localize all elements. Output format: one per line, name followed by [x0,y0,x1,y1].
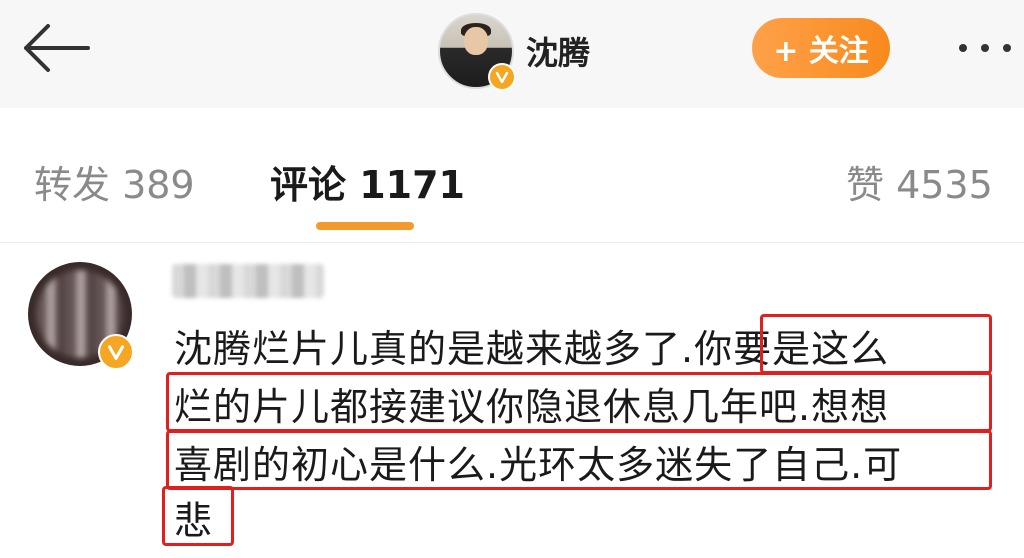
engagement-tabs: 转发 389 评论 1171 赞 4535 [0,108,1024,243]
highlight-box [162,486,234,546]
author-avatar[interactable] [438,13,516,91]
highlight-box [760,314,992,374]
verified-v-icon [488,63,516,91]
back-button[interactable] [18,18,94,78]
commenter-username-blurred[interactable] [172,264,324,298]
more-dots-icon[interactable] [950,34,1020,62]
active-tab-indicator [316,222,414,230]
arrow-left-icon [24,24,90,72]
tab-comments[interactable]: 评论 1171 [270,154,465,209]
tab-reposts[interactable]: 转发 389 [34,154,195,209]
follow-button[interactable]: + 关注 [752,18,890,78]
tab-likes[interactable]: 赞 4535 [846,154,993,209]
author-name[interactable]: 沈腾 [526,28,590,74]
top-bar: 沈腾 + 关注 [0,0,1024,109]
highlight-box [166,430,992,490]
verified-v-icon [98,334,134,370]
highlight-box [166,372,992,432]
